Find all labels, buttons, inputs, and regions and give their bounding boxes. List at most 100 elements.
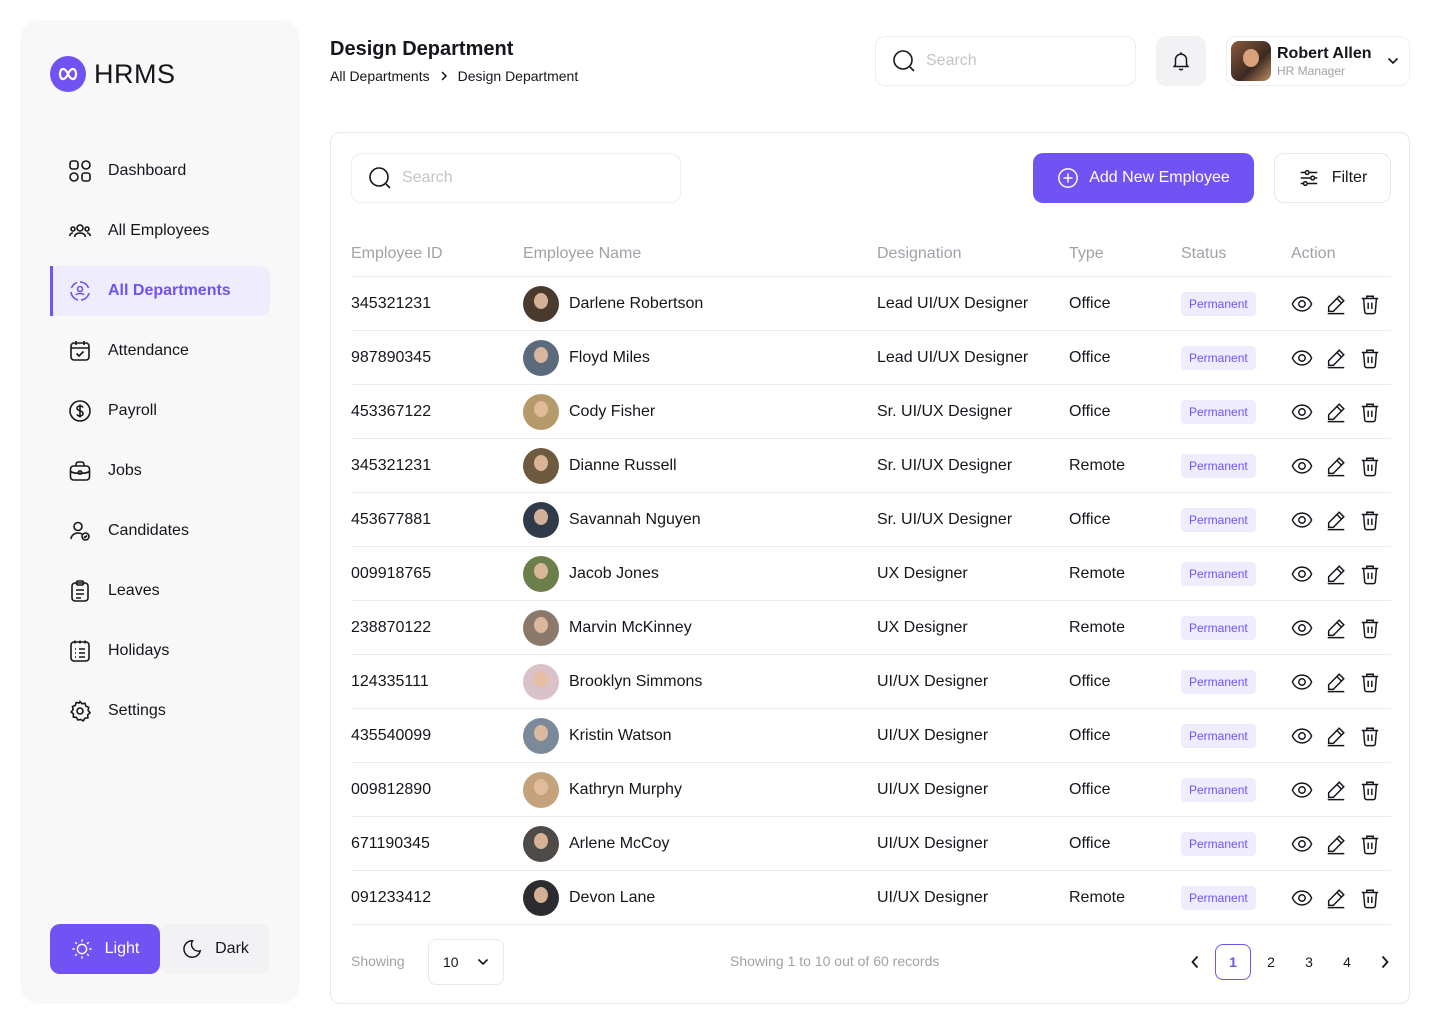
table-row[interactable]: 009918765 Jacob Jones UX Designer Remote Per… [351,547,1391,601]
sidebar-item-payroll[interactable]: Payroll [50,386,270,436]
eye-icon[interactable] [1291,509,1313,531]
trash-icon[interactable] [1359,401,1381,423]
sidebar-item-jobs[interactable]: Jobs [50,446,270,496]
global-search-input[interactable] [926,52,1106,70]
pencil-icon[interactable] [1325,509,1347,531]
eye-icon[interactable] [1291,563,1313,585]
pencil-icon[interactable] [1325,887,1347,909]
pencil-icon[interactable] [1325,563,1347,585]
employee-name[interactable]: Dianne Russell [569,457,677,475]
column-header-designation[interactable]: Designation [877,245,962,263]
trash-icon[interactable] [1359,563,1381,585]
eye-icon[interactable] [1291,347,1313,369]
pencil-icon[interactable] [1325,293,1347,315]
eye-icon[interactable] [1291,401,1313,423]
eye-icon[interactable] [1291,833,1313,855]
column-header-employee-name[interactable]: Employee Name [523,245,641,263]
pencil-icon[interactable] [1325,617,1347,639]
page-button-4[interactable]: 4 [1329,944,1365,980]
trash-icon[interactable] [1359,293,1381,315]
sidebar-item-settings[interactable]: Settings [50,686,270,736]
table-row[interactable]: 987890345 Floyd Miles Lead UI/UX Designer O… [351,331,1391,385]
designation: Sr. UI/UX Designer [877,403,1013,420]
employee-name[interactable]: Kristin Watson [569,727,672,745]
pencil-icon[interactable] [1325,833,1347,855]
avatar [1231,41,1271,81]
employee-name[interactable]: Jacob Jones [569,565,659,583]
trash-icon[interactable] [1359,833,1381,855]
trash-icon[interactable] [1359,347,1381,369]
status-cell: Permanent [1181,385,1256,439]
eye-icon[interactable] [1291,725,1313,747]
prev-page-button[interactable] [1177,944,1213,980]
chevron-down-icon [477,958,488,966]
table-search-input[interactable] [402,169,582,187]
sidebar-item-holidays[interactable]: Holidays [50,626,270,676]
eye-icon[interactable] [1291,779,1313,801]
pencil-icon[interactable] [1325,455,1347,477]
page-button-3[interactable]: 3 [1291,944,1327,980]
pencil-icon[interactable] [1325,725,1347,747]
table-search [351,153,681,203]
pencil-icon[interactable] [1325,671,1347,693]
table-row[interactable]: 671190345 Arlene McCoy UI/UX Designer Offic… [351,817,1391,871]
eye-icon[interactable] [1291,293,1313,315]
employee-name[interactable]: Devon Lane [569,889,655,907]
pencil-icon[interactable] [1325,401,1347,423]
breadcrumb-current: Design Department [457,68,579,84]
column-header-type[interactable]: Type [1069,245,1104,263]
page-size-select[interactable]: 10 [428,939,504,985]
table-row[interactable]: 091233412 Devon Lane UI/UX Designer Remote P… [351,871,1391,925]
trash-icon[interactable] [1359,887,1381,909]
eye-icon[interactable] [1291,671,1313,693]
sidebar-item-all-departments[interactable]: All Departments [50,266,270,316]
pencil-icon[interactable] [1325,347,1347,369]
sidebar-item-candidates[interactable]: Candidates [50,506,270,556]
light-theme-button[interactable]: Light [50,924,160,974]
page-button-1[interactable]: 1 [1215,944,1251,980]
table-row[interactable]: 453677881 Savannah Nguyen Sr. UI/UX Design… [351,493,1391,547]
table-row[interactable]: 009812890 Kathryn Murphy UI/UX Designer Off… [351,763,1391,817]
employee-name[interactable]: Floyd Miles [569,349,650,367]
add-new-employee-button[interactable]: Add New Employee [1033,153,1254,203]
table-row[interactable]: 238870122 Marvin McKinney UX Designer Remot… [351,601,1391,655]
employee-name[interactable]: Marvin McKinney [569,619,692,637]
breadcrumb-link-all-departments[interactable]: All Departments [330,68,430,84]
notifications-button[interactable] [1156,36,1206,86]
sidebar-item-dashboard[interactable]: Dashboard [50,146,270,196]
trash-icon[interactable] [1359,617,1381,639]
trash-icon[interactable] [1359,455,1381,477]
column-header-employee-id[interactable]: Employee ID [351,245,443,263]
eye-icon[interactable] [1291,455,1313,477]
sidebar-item-leaves[interactable]: Leaves [50,566,270,616]
trash-icon[interactable] [1359,779,1381,801]
employee-name[interactable]: Cody Fisher [569,403,655,421]
table-row[interactable]: 124335111 Brooklyn Simmons UI/UX Designer O… [351,655,1391,709]
trash-icon[interactable] [1359,725,1381,747]
table-row[interactable]: 435540099 Kristin Watson UI/UX Designer Off… [351,709,1391,763]
eye-icon[interactable] [1291,617,1313,639]
sidebar-item-all-employees[interactable]: All Employees [50,206,270,256]
sidebar-item-attendance[interactable]: Attendance [50,326,270,376]
employee-name[interactable]: Savannah Nguyen [569,511,701,529]
status-cell: Permanent [1181,655,1256,709]
page-button-2[interactable]: 2 [1253,944,1289,980]
employee-name[interactable]: Arlene McCoy [569,835,669,853]
trash-icon[interactable] [1359,509,1381,531]
filter-button[interactable]: Filter [1274,153,1391,203]
table-row[interactable]: 453367122 Cody Fisher Sr. UI/UX Designer Of… [351,385,1391,439]
employee-name[interactable]: Brooklyn Simmons [569,673,702,691]
table-row[interactable]: 345321231 Dianne Russell Sr. UI/UX Designe… [351,439,1391,493]
employee-name[interactable]: Kathryn Murphy [569,781,682,799]
app-logo[interactable]: HRMS [50,56,176,92]
table-row[interactable]: 345321231 Darlene Robertson Lead UI/UX Des… [351,277,1391,331]
pencil-icon[interactable] [1325,779,1347,801]
user-profile-menu[interactable]: Robert Allen HR Manager [1226,36,1410,86]
employee-name[interactable]: Darlene Robertson [569,295,703,313]
next-page-button[interactable] [1367,944,1403,980]
eye-icon[interactable] [1291,887,1313,909]
trash-icon[interactable] [1359,671,1381,693]
dark-theme-button[interactable]: Dark [160,924,270,974]
designation: UI/UX Designer [877,727,989,744]
column-header-status[interactable]: Status [1181,245,1226,263]
